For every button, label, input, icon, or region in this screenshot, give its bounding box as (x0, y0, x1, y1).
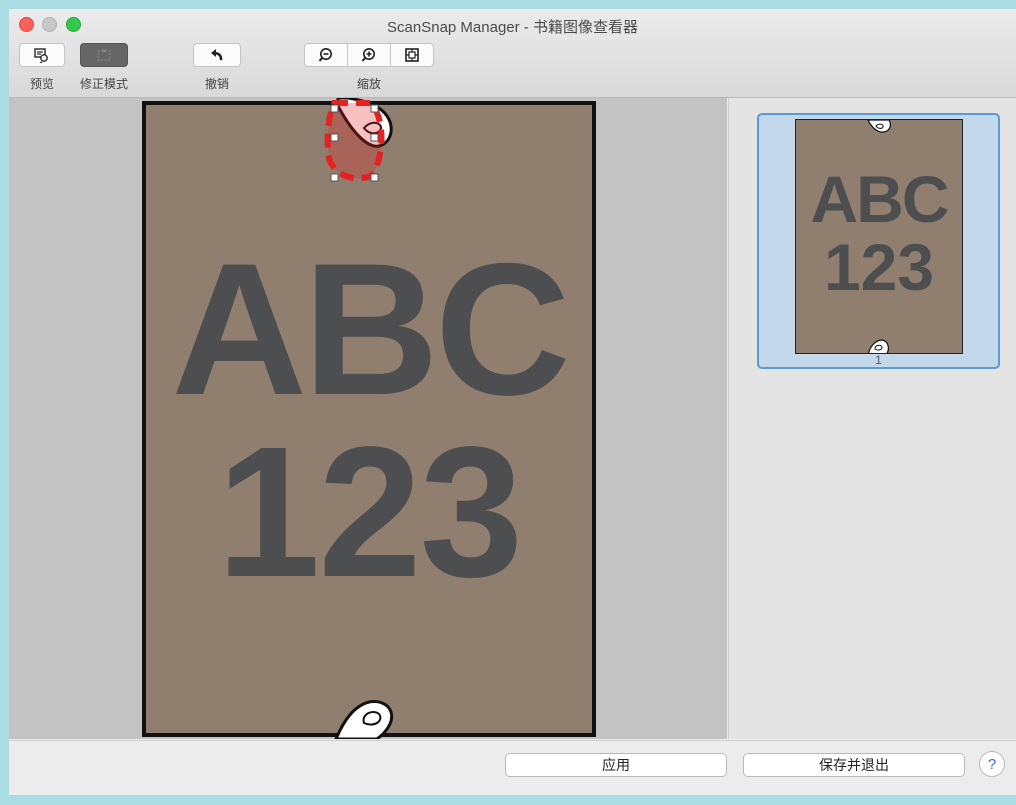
preview-label: 预览 (29, 77, 54, 91)
resize-handle-ml[interactable] (330, 133, 339, 142)
thumbnail-page: ABC 123 (795, 119, 963, 354)
zoom-out-button[interactable] (305, 44, 348, 66)
correction-overlay (324, 98, 393, 739)
correction-mode-button[interactable] (80, 43, 128, 67)
correction-mode-icon (97, 48, 111, 61)
undo-button[interactable] (193, 43, 241, 67)
apply-button[interactable]: 应用 (505, 753, 727, 777)
correction-mode-label: 修正模式 (79, 77, 128, 91)
document-view[interactable]: ABC 123 (9, 98, 727, 739)
fit-page-icon (405, 48, 419, 62)
window-title: ScanSnap Manager - 书籍图像查看器 (387, 19, 638, 36)
title-toolbar: ScanSnap Manager - 书籍图像查看器 预览 修正模式 撤销 缩放 (9, 9, 1016, 98)
zoom-out-icon (318, 48, 332, 62)
resize-handle-bl[interactable] (330, 173, 339, 182)
zoom-label: 缩放 (356, 77, 381, 91)
zoom-segment (304, 43, 434, 67)
thumbnail-page-number: 1 (875, 353, 882, 367)
thumbnail-panel: ABC 123 1 (728, 98, 1016, 739)
preview-button[interactable] (19, 43, 65, 67)
resize-handle-mr[interactable] (370, 133, 379, 142)
zoom-in-icon (361, 48, 375, 62)
fit-page-button[interactable] (391, 44, 433, 66)
thumbnail-item-1[interactable]: ABC 123 1 (757, 113, 1000, 369)
resize-handle-tl[interactable] (330, 104, 339, 113)
thumbnail-fingers (867, 120, 891, 353)
undo-label: 撤销 (204, 77, 229, 91)
resize-handle-br[interactable] (370, 173, 379, 182)
finger-bottom-icon (334, 700, 393, 739)
help-button[interactable]: ? (979, 751, 1005, 777)
preview-icon (34, 48, 48, 63)
zoom-in-button[interactable] (348, 44, 391, 66)
save-and-exit-button[interactable]: 保存并退出 (743, 753, 965, 777)
resize-handle-tr[interactable] (370, 104, 379, 113)
app-window: ScanSnap Manager - 书籍图像查看器 预览 修正模式 撤销 缩放… (9, 9, 1016, 795)
bottom-bar: 应用 保存并退出 ? (9, 740, 1016, 795)
undo-icon (211, 49, 223, 61)
